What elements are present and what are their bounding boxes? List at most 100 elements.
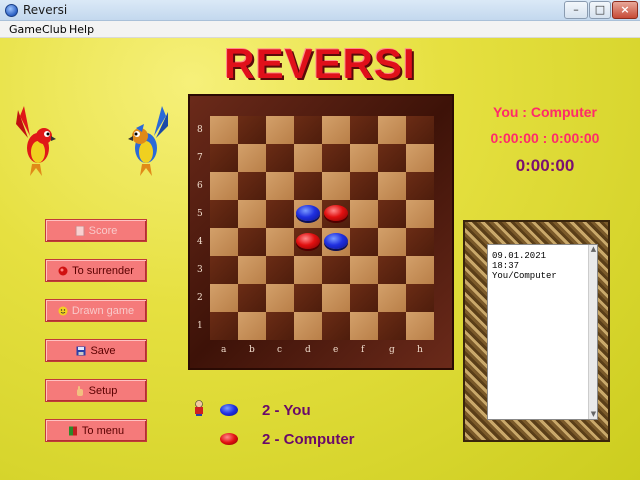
board-square-d1[interactable] xyxy=(294,312,322,340)
board-square-e2[interactable] xyxy=(322,284,350,312)
board-square-c4[interactable] xyxy=(266,228,294,256)
board-square-c2[interactable] xyxy=(266,284,294,312)
board-square-h6[interactable] xyxy=(406,172,434,200)
board-square-h4[interactable] xyxy=(406,228,434,256)
setup-button[interactable]: Setup xyxy=(45,379,147,402)
board-square-b7[interactable] xyxy=(238,144,266,172)
board-square-a2[interactable] xyxy=(210,284,238,312)
close-button[interactable]: × xyxy=(612,1,638,19)
board-square-h7[interactable] xyxy=(406,144,434,172)
scroll-up-icon[interactable]: ▲ xyxy=(589,245,598,254)
parrot-left-icon xyxy=(16,106,56,176)
score-button[interactable]: Score xyxy=(45,219,147,242)
game-log[interactable]: 09.01.2021 18:37 You/Computer ▲ ▼ xyxy=(487,244,598,420)
board-square-b5[interactable] xyxy=(238,200,266,228)
scroll-down-icon[interactable]: ▼ xyxy=(589,410,598,419)
file-label: a xyxy=(221,345,227,355)
board-square-d7[interactable] xyxy=(294,144,322,172)
board-square-e1[interactable] xyxy=(322,312,350,340)
board-square-e7[interactable] xyxy=(322,144,350,172)
maximize-button[interactable]: □ xyxy=(589,1,611,19)
board-square-f1[interactable] xyxy=(350,312,378,340)
board-square-g8[interactable] xyxy=(378,116,406,144)
board-grid[interactable]: 8 7 6 5 4 3 2 1 a b c d e f g h xyxy=(197,116,434,355)
board-square-f6[interactable] xyxy=(350,172,378,200)
blue-disc-d5 xyxy=(296,205,320,221)
board-square-f2[interactable] xyxy=(350,284,378,312)
menu-game[interactable]: Game xyxy=(9,23,42,36)
board-square-b6[interactable] xyxy=(238,172,266,200)
minimize-button[interactable]: – xyxy=(564,1,588,19)
rank-label: 8 xyxy=(197,125,203,135)
menu-help[interactable]: Help xyxy=(69,23,94,36)
players-label: You : Computer xyxy=(493,104,597,120)
board-square-d3[interactable] xyxy=(294,256,322,284)
board-square-g5[interactable] xyxy=(378,200,406,228)
board-square-f7[interactable] xyxy=(350,144,378,172)
log-players: You/Computer xyxy=(492,271,557,281)
board-square-c6[interactable] xyxy=(266,172,294,200)
board-square-a8[interactable] xyxy=(210,116,238,144)
board-square-d6[interactable] xyxy=(294,172,322,200)
board-square-h3[interactable] xyxy=(406,256,434,284)
board-square-a1[interactable] xyxy=(210,312,238,340)
board-square-a5[interactable] xyxy=(210,200,238,228)
board-square-f5[interactable] xyxy=(350,200,378,228)
blue-disc-e4 xyxy=(324,233,348,249)
board-square-a4[interactable] xyxy=(210,228,238,256)
reversi-logo: REVERSI xyxy=(224,40,416,87)
log-time: 18:37 xyxy=(492,261,520,271)
to-menu-button[interactable]: To menu xyxy=(45,419,147,442)
board-square-g4[interactable] xyxy=(378,228,406,256)
board-square-c1[interactable] xyxy=(266,312,294,340)
board-square-e8[interactable] xyxy=(322,116,350,144)
board-square-h1[interactable] xyxy=(406,312,434,340)
rank-label: 7 xyxy=(197,153,203,163)
board-square-b4[interactable] xyxy=(238,228,266,256)
board-square-b2[interactable] xyxy=(238,284,266,312)
red-disc-icon xyxy=(220,433,238,445)
board-square-a3[interactable] xyxy=(210,256,238,284)
board-square-g3[interactable] xyxy=(378,256,406,284)
board-square-d8[interactable] xyxy=(294,116,322,144)
board-square-g7[interactable] xyxy=(378,144,406,172)
board-square-g6[interactable] xyxy=(378,172,406,200)
board-square-c5[interactable] xyxy=(266,200,294,228)
board-square-a7[interactable] xyxy=(210,144,238,172)
floppy-icon xyxy=(76,346,86,355)
file-label: g xyxy=(389,345,395,355)
score-you-text: 2 - You xyxy=(262,401,311,419)
board-square-f8[interactable] xyxy=(350,116,378,144)
board-square-e6[interactable] xyxy=(322,172,350,200)
app-icon xyxy=(5,4,18,17)
window-title: Reversi xyxy=(23,3,68,17)
board-square-g1[interactable] xyxy=(378,312,406,340)
board-square-b3[interactable] xyxy=(238,256,266,284)
board-square-a6[interactable] xyxy=(210,172,238,200)
file-label: f xyxy=(361,345,365,355)
board-square-c8[interactable] xyxy=(266,116,294,144)
save-button[interactable]: Save xyxy=(45,339,147,362)
blue-disc-icon xyxy=(220,404,238,416)
board-square-c3[interactable] xyxy=(266,256,294,284)
board-square-d2[interactable] xyxy=(294,284,322,312)
game-log-frame: 09.01.2021 18:37 You/Computer ▲ ▼ xyxy=(463,220,610,442)
board-square-b8[interactable] xyxy=(238,116,266,144)
board-square-f3[interactable] xyxy=(350,256,378,284)
board-square-h2[interactable] xyxy=(406,284,434,312)
board-square-h8[interactable] xyxy=(406,116,434,144)
board-square-f4[interactable] xyxy=(350,228,378,256)
board-square-h5[interactable] xyxy=(406,200,434,228)
elapsed-time: 0:00:00 xyxy=(515,156,575,175)
surrender-button[interactable]: To surrender xyxy=(45,259,147,282)
log-scrollbar[interactable]: ▲ ▼ xyxy=(588,245,597,419)
score-computer: 2 - Computer xyxy=(190,428,355,450)
board-square-e3[interactable] xyxy=(322,256,350,284)
board-square-c7[interactable] xyxy=(266,144,294,172)
board-square-g2[interactable] xyxy=(378,284,406,312)
drawn-game-button[interactable]: Drawn game xyxy=(45,299,147,322)
board-square-b1[interactable] xyxy=(238,312,266,340)
rank-label: 4 xyxy=(197,237,203,247)
menu-club[interactable]: Club xyxy=(42,23,67,36)
log-date: 09.01.2021 xyxy=(492,251,547,261)
